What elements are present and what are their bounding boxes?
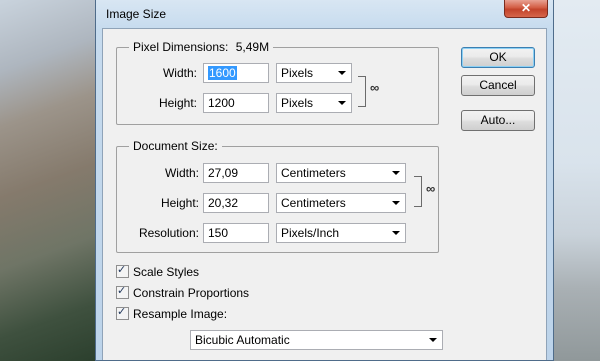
link-bracket — [358, 76, 366, 107]
doc-width-input[interactable]: 27,09 — [203, 163, 269, 183]
scale-styles-option[interactable]: ✓ Scale Styles — [116, 264, 200, 281]
auto-button[interactable]: Auto... — [461, 110, 535, 131]
chevron-down-icon — [392, 201, 400, 205]
constrain-proportions-label: Constrain Proportions — [133, 286, 250, 300]
doc-height-unit: Centimeters — [281, 196, 346, 210]
dialog-client-area: Pixel Dimensions: 5,49M Width: 1600 Pixe… — [102, 28, 547, 360]
checkmark-icon: ✓ — [117, 306, 127, 319]
pixel-width-value: 1600 — [208, 66, 237, 80]
cancel-button[interactable]: Cancel — [461, 75, 535, 96]
pixel-height-value: 1200 — [208, 96, 235, 110]
resolution-value: 150 — [208, 226, 229, 240]
resample-image-label: Resample Image: — [133, 307, 228, 321]
file-size-value: 5,49M — [235, 40, 270, 54]
pixel-dimensions-title: Pixel Dimensions: — [133, 40, 229, 54]
constrain-proportions-option[interactable]: ✓ Constrain Proportions — [116, 285, 250, 302]
scale-styles-checkbox[interactable]: ✓ — [116, 264, 129, 279]
pixel-height-label: Height: — [158, 96, 197, 110]
resample-image-option[interactable]: ✓ Resample Image: — [116, 306, 228, 323]
constrain-proportions-checkbox[interactable]: ✓ — [116, 285, 129, 300]
ok-button[interactable]: OK — [461, 47, 535, 68]
chevron-down-icon — [392, 171, 400, 175]
dialog-title: Image Size — [106, 7, 167, 21]
pixel-width-input[interactable]: 1600 — [203, 63, 269, 83]
background-photo-right — [550, 0, 600, 361]
pixel-dimensions-group: Pixel Dimensions: 5,49M Width: 1600 Pixe… — [116, 40, 439, 125]
scale-styles-label: Scale Styles — [133, 265, 200, 279]
doc-height-label: Height: — [160, 196, 199, 210]
close-button[interactable]: ✕ — [504, 0, 548, 18]
pixel-height-unit-select[interactable]: Pixels — [276, 93, 352, 113]
pixel-dimensions-legend: Pixel Dimensions: 5,49M — [129, 40, 274, 54]
link-bracket — [414, 176, 422, 207]
doc-height-input[interactable]: 20,32 — [203, 193, 269, 213]
doc-width-unit: Centimeters — [281, 166, 346, 180]
resolution-input[interactable]: 150 — [203, 223, 269, 243]
doc-height-value: 20,32 — [208, 196, 239, 210]
doc-width-value: 27,09 — [208, 166, 239, 180]
chevron-down-icon — [392, 231, 400, 235]
resample-method-value: Bicubic Automatic — [195, 333, 290, 347]
resolution-unit: Pixels/Inch — [281, 226, 340, 240]
resample-image-checkbox[interactable]: ✓ — [116, 306, 129, 321]
title-bar[interactable]: Image Size ✕ — [96, 0, 553, 28]
pixel-height-input[interactable]: 1200 — [203, 93, 269, 113]
doc-width-unit-select[interactable]: Centimeters — [276, 163, 406, 183]
resolution-label: Resolution: — [138, 226, 199, 240]
checkmark-icon: ✓ — [117, 285, 127, 298]
close-icon: ✕ — [520, 1, 532, 15]
pixel-width-unit: Pixels — [281, 66, 314, 80]
doc-width-label: Width: — [164, 166, 199, 180]
resample-method-select[interactable]: Bicubic Automatic — [190, 330, 443, 350]
document-size-legend: Document Size: — [129, 139, 222, 153]
pixel-width-unit-select[interactable]: Pixels — [276, 63, 352, 83]
chain-link-icon: ∞ — [426, 181, 436, 196]
chevron-down-icon — [429, 338, 437, 342]
doc-height-unit-select[interactable]: Centimeters — [276, 193, 406, 213]
background-photo-left — [0, 0, 100, 361]
document-size-group: Document Size: Width: 27,09 Centimeters … — [116, 139, 439, 253]
chevron-down-icon — [338, 101, 346, 105]
checkmark-icon: ✓ — [117, 264, 127, 277]
pixel-width-label: Width: — [162, 66, 197, 80]
resolution-unit-select[interactable]: Pixels/Inch — [276, 223, 406, 243]
image-size-dialog: Image Size ✕ Pixel Dimensions: 5,49M Wid… — [95, 0, 554, 361]
chevron-down-icon — [338, 71, 346, 75]
chain-link-icon: ∞ — [370, 80, 380, 95]
pixel-height-unit: Pixels — [281, 96, 314, 110]
